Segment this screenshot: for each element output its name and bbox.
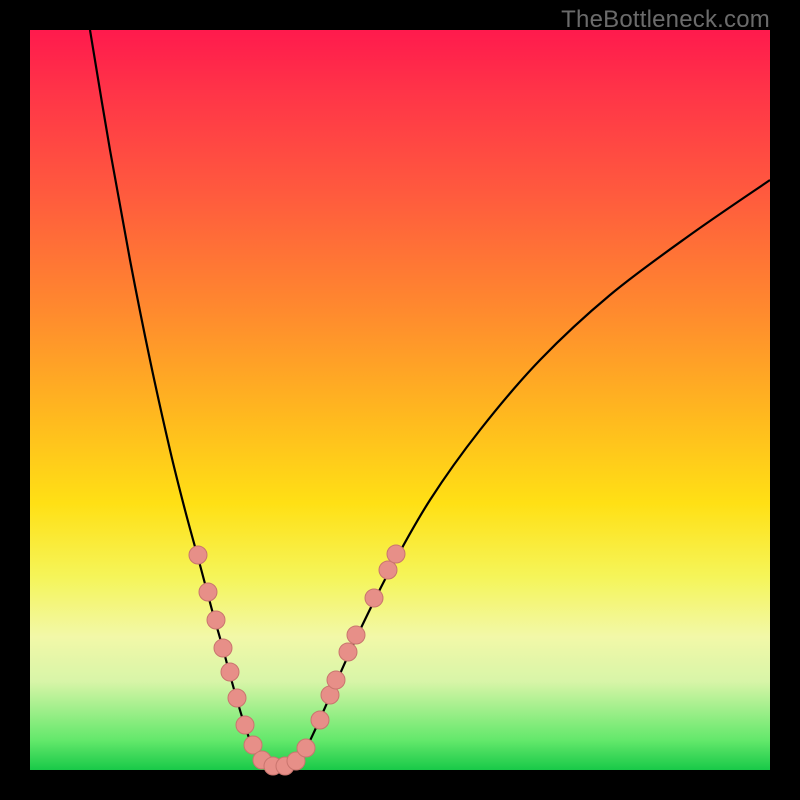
data-dot <box>379 561 397 579</box>
data-dot <box>207 611 225 629</box>
chart-frame: TheBottleneck.com <box>0 0 800 800</box>
data-dot <box>347 626 365 644</box>
watermark-text: TheBottleneck.com <box>561 6 770 34</box>
data-dot <box>327 671 345 689</box>
data-dot <box>297 739 315 757</box>
data-dots <box>189 545 405 775</box>
data-dot <box>365 589 383 607</box>
data-dot <box>199 583 217 601</box>
data-dot <box>387 545 405 563</box>
data-dot <box>221 663 239 681</box>
plot-area <box>30 30 770 770</box>
curve-svg <box>30 30 770 770</box>
data-dot <box>339 643 357 661</box>
data-dot <box>236 716 254 734</box>
data-dot <box>228 689 246 707</box>
bottleneck-curve <box>90 30 770 767</box>
data-dot <box>214 639 232 657</box>
data-dot <box>311 711 329 729</box>
data-dot <box>189 546 207 564</box>
